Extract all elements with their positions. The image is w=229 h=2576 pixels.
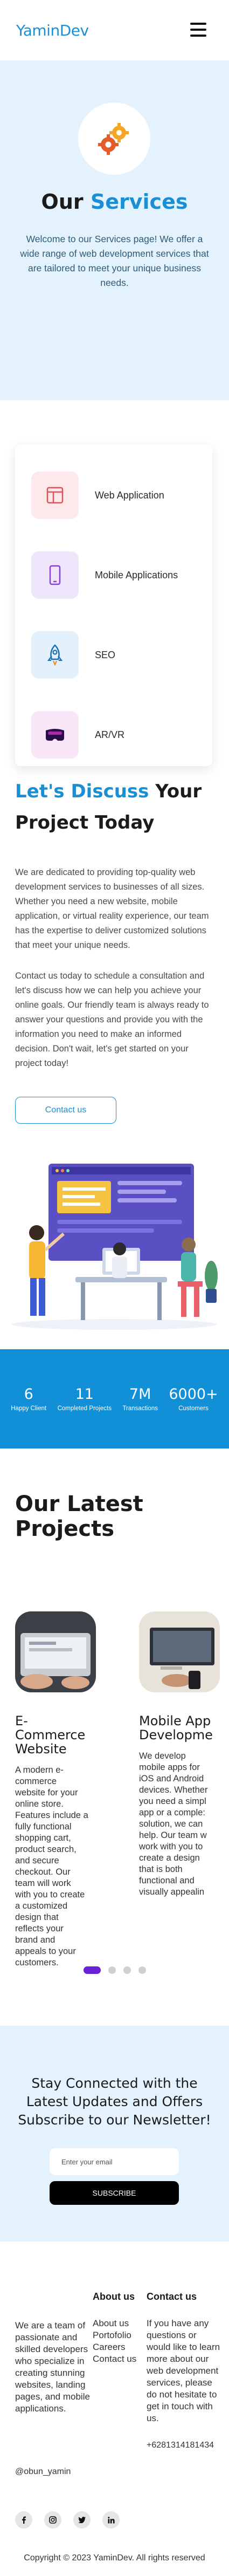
service-item-mobile-applications[interactable]: Mobile Applications: [31, 535, 196, 615]
top-navbar: YaminDev: [0, 0, 229, 60]
web-layout-icon: [31, 472, 79, 519]
discuss-title-line2: Project Today: [15, 812, 155, 833]
stat-happy-client: 6 Happy Client: [11, 1385, 46, 1413]
stat-transactions: 7M Transactions: [122, 1385, 157, 1413]
project-description: A modern e- commerce website for your on…: [15, 1765, 88, 1967]
footer-link-portfolio[interactable]: Portofolio: [93, 2329, 141, 2341]
latest-projects-section: Our Latest Projects E- Commerce Website …: [0, 1448, 229, 1988]
stat-value: 6000+: [169, 1386, 218, 1403]
team-illustration: [0, 1153, 229, 1331]
projects-title: Our Latest Projects: [15, 1492, 143, 1541]
service-label: Mobile Applications: [95, 569, 178, 580]
project-image: [15, 1611, 96, 1692]
subscribe-button[interactable]: SUBSCRIBE: [50, 2181, 179, 2205]
footer-about-text: We are a team of passionate and skilled …: [15, 2320, 90, 2414]
social-handle[interactable]: @obun_yamin: [15, 2467, 71, 2477]
services-hero: Our Services Welcome to our Services pag…: [0, 60, 229, 766]
facebook-icon[interactable]: [15, 2511, 32, 2529]
services-card: Web Application Mobile Applications SEO …: [15, 445, 212, 766]
instagram-icon[interactable]: [44, 2511, 61, 2529]
projects-carousel[interactable]: Our Latest Projects E- Commerce Website …: [0, 1448, 229, 1988]
footer-link-about[interactable]: About us: [93, 2318, 141, 2329]
vr-headset-icon: [31, 711, 79, 759]
page-title-prefix: Our: [41, 190, 84, 214]
gears-icon: [78, 103, 150, 175]
footer-phone[interactable]: +6281314181434: [147, 2441, 222, 2450]
discuss-title-accent: Let's Discuss: [15, 781, 149, 802]
pagination-dot[interactable]: [138, 1966, 146, 1974]
carousel-pagination: [0, 1966, 229, 1974]
stat-label: Customers: [178, 1405, 209, 1412]
discuss-section: Let's Discuss Your Project Today We are …: [0, 776, 229, 1124]
email-field[interactable]: [50, 2148, 179, 2175]
site-footer: We are a team of passionate and skilled …: [0, 2242, 229, 2576]
twitter-icon[interactable]: [73, 2511, 91, 2529]
project-title: Mobile App Developme: [139, 1713, 213, 1743]
linkedin-icon[interactable]: [102, 2511, 120, 2529]
discuss-paragraph-2: Contact us today to schedule a consultat…: [15, 971, 209, 1068]
footer-heading: Contact us: [147, 2291, 197, 2302]
service-item-ar-vr[interactable]: AR/VR: [31, 695, 196, 775]
stat-value: 6: [24, 1386, 33, 1403]
stat-label: Transactions: [122, 1405, 158, 1412]
social-icons: [15, 2511, 120, 2529]
project-card-ecommerce[interactable]: E- Commerce Website A modern e- commerce…: [15, 1611, 96, 1969]
newsletter-title: Stay Connected with the Latest Updates a…: [18, 2075, 211, 2128]
hero-description: Welcome to our Services page! We offer a…: [20, 234, 209, 288]
page-title-accent: Services: [90, 190, 188, 214]
footer-link-careers[interactable]: Careers: [93, 2341, 141, 2353]
service-label: SEO: [95, 649, 116, 660]
brand-logo[interactable]: YaminDev: [16, 22, 89, 39]
footer-heading: About us: [93, 2291, 135, 2302]
stat-value: 7M: [129, 1386, 151, 1403]
stat-label: Completed Projects: [57, 1405, 112, 1412]
rocket-icon: [31, 631, 79, 679]
contact-us-button[interactable]: Contact us: [15, 1097, 116, 1124]
project-image: [139, 1611, 220, 1692]
discuss-paragraph-1: We are dedicated to providing top-qualit…: [15, 867, 209, 950]
project-description: We develop mobile apps for iOS and Andro…: [139, 1751, 208, 1897]
pagination-dot[interactable]: [83, 1966, 101, 1974]
discuss-title-rest: Your: [155, 781, 202, 802]
service-item-seo[interactable]: SEO: [31, 615, 196, 695]
footer-contact-column: Contact us If you have any questions or …: [147, 2291, 222, 2450]
page-title: Our Services: [0, 190, 229, 214]
stat-value: 11: [75, 1386, 94, 1403]
mobile-phone-icon: [31, 551, 79, 599]
pagination-dot[interactable]: [123, 1966, 131, 1974]
project-title: E- Commerce Website: [15, 1713, 86, 1757]
stat-label: Happy Client: [11, 1405, 47, 1412]
service-label: Web Application: [95, 489, 164, 501]
footer-link-contact[interactable]: Contact us: [93, 2353, 141, 2365]
footer-links-column: About us About us Portofolio Careers Con…: [93, 2291, 141, 2365]
copyright-text: Copyright © 2023 YaminDev. All rights re…: [24, 2553, 205, 2563]
discuss-title: Let's Discuss Your Project Today: [15, 776, 214, 838]
service-item-web-application[interactable]: Web Application: [31, 455, 196, 535]
stats-bar: 6 Happy Client 11 Completed Projects 7M Tra…: [0, 1349, 229, 1448]
service-label: AR/VR: [95, 729, 125, 740]
project-card-mobile-app[interactable]: Mobile App Developme We develop mobile a…: [139, 1611, 229, 1898]
stat-customers: 6000+ Customers: [169, 1385, 218, 1413]
footer-contact-text: If you have any questions or would like …: [147, 2318, 220, 2423]
stat-completed-projects: 11 Completed Projects: [58, 1385, 112, 1413]
newsletter-section: Stay Connected with the Latest Updates a…: [0, 2026, 229, 2242]
hamburger-menu-icon[interactable]: [190, 23, 206, 37]
pagination-dot[interactable]: [108, 1966, 116, 1974]
